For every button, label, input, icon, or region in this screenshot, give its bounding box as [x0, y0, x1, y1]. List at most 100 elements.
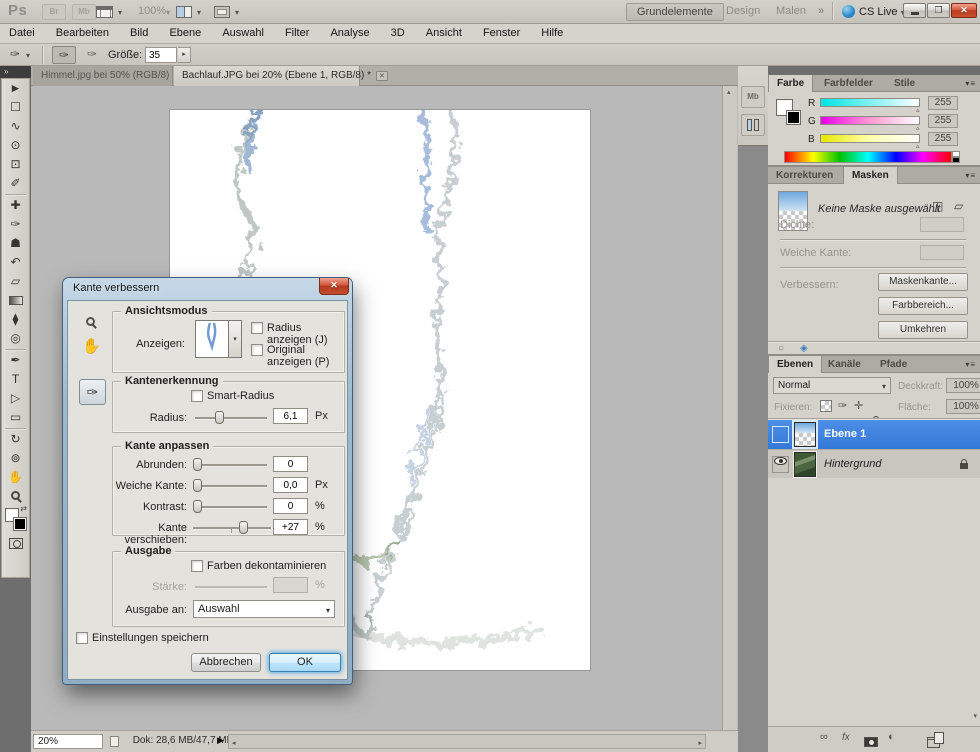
- menu-analyse[interactable]: Analyse: [321, 24, 378, 39]
- chevron-down-icon[interactable]: ▾: [26, 51, 30, 60]
- menu-bearbeiten[interactable]: Bearbeiten: [47, 24, 118, 39]
- ok-button[interactable]: OK: [269, 653, 341, 672]
- smooth-slider[interactable]: [195, 464, 267, 466]
- tools-collapse-header[interactable]: »: [0, 66, 31, 78]
- feather-input[interactable]: [273, 477, 308, 493]
- scroll-up-icon[interactable]: ▴: [727, 88, 731, 96]
- swap-colors-icon[interactable]: ⇄: [20, 504, 27, 513]
- horizontal-scrollbar[interactable]: ◂ ▸: [228, 734, 706, 749]
- mask-edge-button[interactable]: Maskenkante...: [878, 273, 968, 291]
- slider-thumb-icon[interactable]: ▵: [916, 106, 920, 114]
- refine-radius-tool-button[interactable]: ✑: [52, 46, 76, 64]
- menu-3d[interactable]: 3D: [382, 24, 414, 39]
- channel-g-slider[interactable]: [820, 116, 920, 125]
- brush-tool[interactable]: ✑: [2, 215, 29, 234]
- smooth-slider-thumb[interactable]: [193, 458, 202, 471]
- vector-mask-icon[interactable]: ▱: [954, 199, 963, 213]
- show-original-checkbox[interactable]: [251, 344, 263, 356]
- workspace-design[interactable]: Design: [716, 3, 770, 21]
- tab-kanaele[interactable]: Kanäle: [820, 356, 869, 373]
- layer-style-icon[interactable]: fx: [842, 732, 850, 743]
- tab-farbfelder[interactable]: Farbfelder: [816, 75, 881, 92]
- workspace-overflow-icon[interactable]: »: [808, 3, 834, 21]
- clone-stamp-tool[interactable]: ☗: [2, 234, 29, 253]
- channel-g-value[interactable]: 255: [928, 114, 958, 128]
- tab-masken[interactable]: Masken: [843, 167, 898, 184]
- rotate-3d-tool[interactable]: ↻: [2, 430, 29, 449]
- shift-edge-input[interactable]: [273, 519, 308, 535]
- dialog-hand-tool-icon[interactable]: ✋: [82, 337, 101, 355]
- new-layer-icon[interactable]: [934, 732, 944, 744]
- save-settings-checkbox[interactable]: [76, 632, 88, 644]
- radius-slider[interactable]: [195, 417, 267, 419]
- decontaminate-checkbox[interactable]: [191, 560, 203, 572]
- screen-mode-icon[interactable]: [214, 6, 230, 18]
- layer-row-hintergrund[interactable]: Hintergrund: [768, 449, 980, 478]
- output-to-select[interactable]: Auswahl ▾: [193, 600, 335, 618]
- layer-thumbnail[interactable]: [794, 452, 816, 477]
- document-tab-himmel[interactable]: Himmel.jpg bei 50% (RGB/8)✕: [33, 66, 173, 86]
- cancel-button[interactable]: Abbrechen: [191, 653, 261, 672]
- background-color-swatch[interactable]: [13, 517, 27, 531]
- link-layers-icon[interactable]: ∞: [820, 731, 828, 743]
- slider-thumb-icon[interactable]: ▵: [916, 142, 920, 150]
- panel-menu-icon[interactable]: ▾≡: [965, 360, 976, 369]
- panel-menu-icon[interactable]: ▾≡: [965, 171, 976, 180]
- layer-thumbnail[interactable]: [794, 422, 816, 447]
- visibility-toggle[interactable]: [772, 456, 789, 473]
- layer-name[interactable]: Hintergrund: [824, 458, 881, 470]
- view-mode-preview[interactable]: [195, 320, 229, 358]
- feather-slider-thumb[interactable]: [193, 479, 202, 492]
- shift-edge-slider-thumb[interactable]: [239, 521, 248, 534]
- radius-input[interactable]: [273, 408, 308, 424]
- smooth-input[interactable]: [273, 456, 308, 472]
- blur-tool[interactable]: ⧫: [2, 310, 29, 329]
- quick-selection-tool[interactable]: ⊙: [2, 136, 29, 155]
- cs-live-button[interactable]: CS Live ▾: [842, 5, 905, 18]
- mini-bridge-button[interactable]: Mb: [72, 4, 96, 20]
- tab-stile[interactable]: Stile: [886, 75, 923, 92]
- panel-menu-icon[interactable]: ▾≡: [965, 79, 976, 88]
- erase-refinements-tool-button[interactable]: ✑: [80, 46, 104, 64]
- panel-scroll-down-icon[interactable]: ▾: [973, 712, 977, 720]
- smart-radius-checkbox[interactable]: [191, 390, 203, 402]
- tab-pfade[interactable]: Pfade: [872, 356, 915, 373]
- radius-slider-thumb[interactable]: [215, 411, 224, 424]
- history-panel-button[interactable]: [741, 114, 765, 136]
- channel-b-value[interactable]: 255: [928, 132, 958, 146]
- crop-tool[interactable]: ⊡: [2, 155, 29, 174]
- lock-paint-icon[interactable]: ✑: [838, 399, 847, 412]
- history-brush-tool[interactable]: ↶: [2, 253, 29, 272]
- status-menu-icon[interactable]: ▶: [217, 735, 224, 746]
- tab-farbe[interactable]: Farbe: [768, 75, 813, 92]
- zoom-percentage-field[interactable]: 20%: [33, 734, 103, 749]
- scroll-left-icon[interactable]: ◂: [232, 739, 236, 747]
- vertical-scrollbar[interactable]: ▴ ▾: [722, 86, 737, 745]
- shape-tool[interactable]: ▭: [2, 408, 29, 427]
- feather-slider[interactable]: [195, 485, 267, 487]
- dialog-close-button[interactable]: ✕: [319, 278, 349, 295]
- menu-fenster[interactable]: Fenster: [474, 24, 529, 39]
- opacity-value[interactable]: 100%: [946, 378, 980, 393]
- view-mode-dropdown-icon[interactable]: ▾: [229, 320, 242, 358]
- workspace-grundelemente[interactable]: Grundelemente: [626, 3, 724, 21]
- tool-preset-icon[interactable]: ✑: [10, 47, 20, 61]
- fill-value[interactable]: 100%: [946, 399, 980, 414]
- filmstrip-icon[interactable]: [96, 6, 113, 18]
- orbit-3d-tool[interactable]: ⊚: [2, 449, 29, 468]
- close-button[interactable]: ✕: [951, 3, 977, 18]
- menu-filter[interactable]: Filter: [276, 24, 318, 39]
- blend-mode-select[interactable]: Normal ▾: [773, 377, 891, 394]
- lock-transparency-icon[interactable]: [820, 400, 832, 412]
- menu-auswahl[interactable]: Auswahl: [213, 24, 273, 39]
- arrange-documents-icon[interactable]: [176, 6, 192, 18]
- size-spinner-icon[interactable]: ▸: [178, 47, 191, 63]
- adjustment-layer-icon[interactable]: ◐: [888, 731, 895, 743]
- zoom-level-indicator[interactable]: 100%: [138, 5, 166, 17]
- contrast-slider[interactable]: [195, 506, 267, 508]
- type-tool[interactable]: T: [2, 370, 29, 389]
- healing-brush-tool[interactable]: ✚: [2, 196, 29, 215]
- hand-tool[interactable]: ✋: [2, 468, 29, 487]
- rectangular-marquee-tool[interactable]: ☐: [2, 98, 29, 117]
- path-selection-tool[interactable]: ▷: [2, 389, 29, 408]
